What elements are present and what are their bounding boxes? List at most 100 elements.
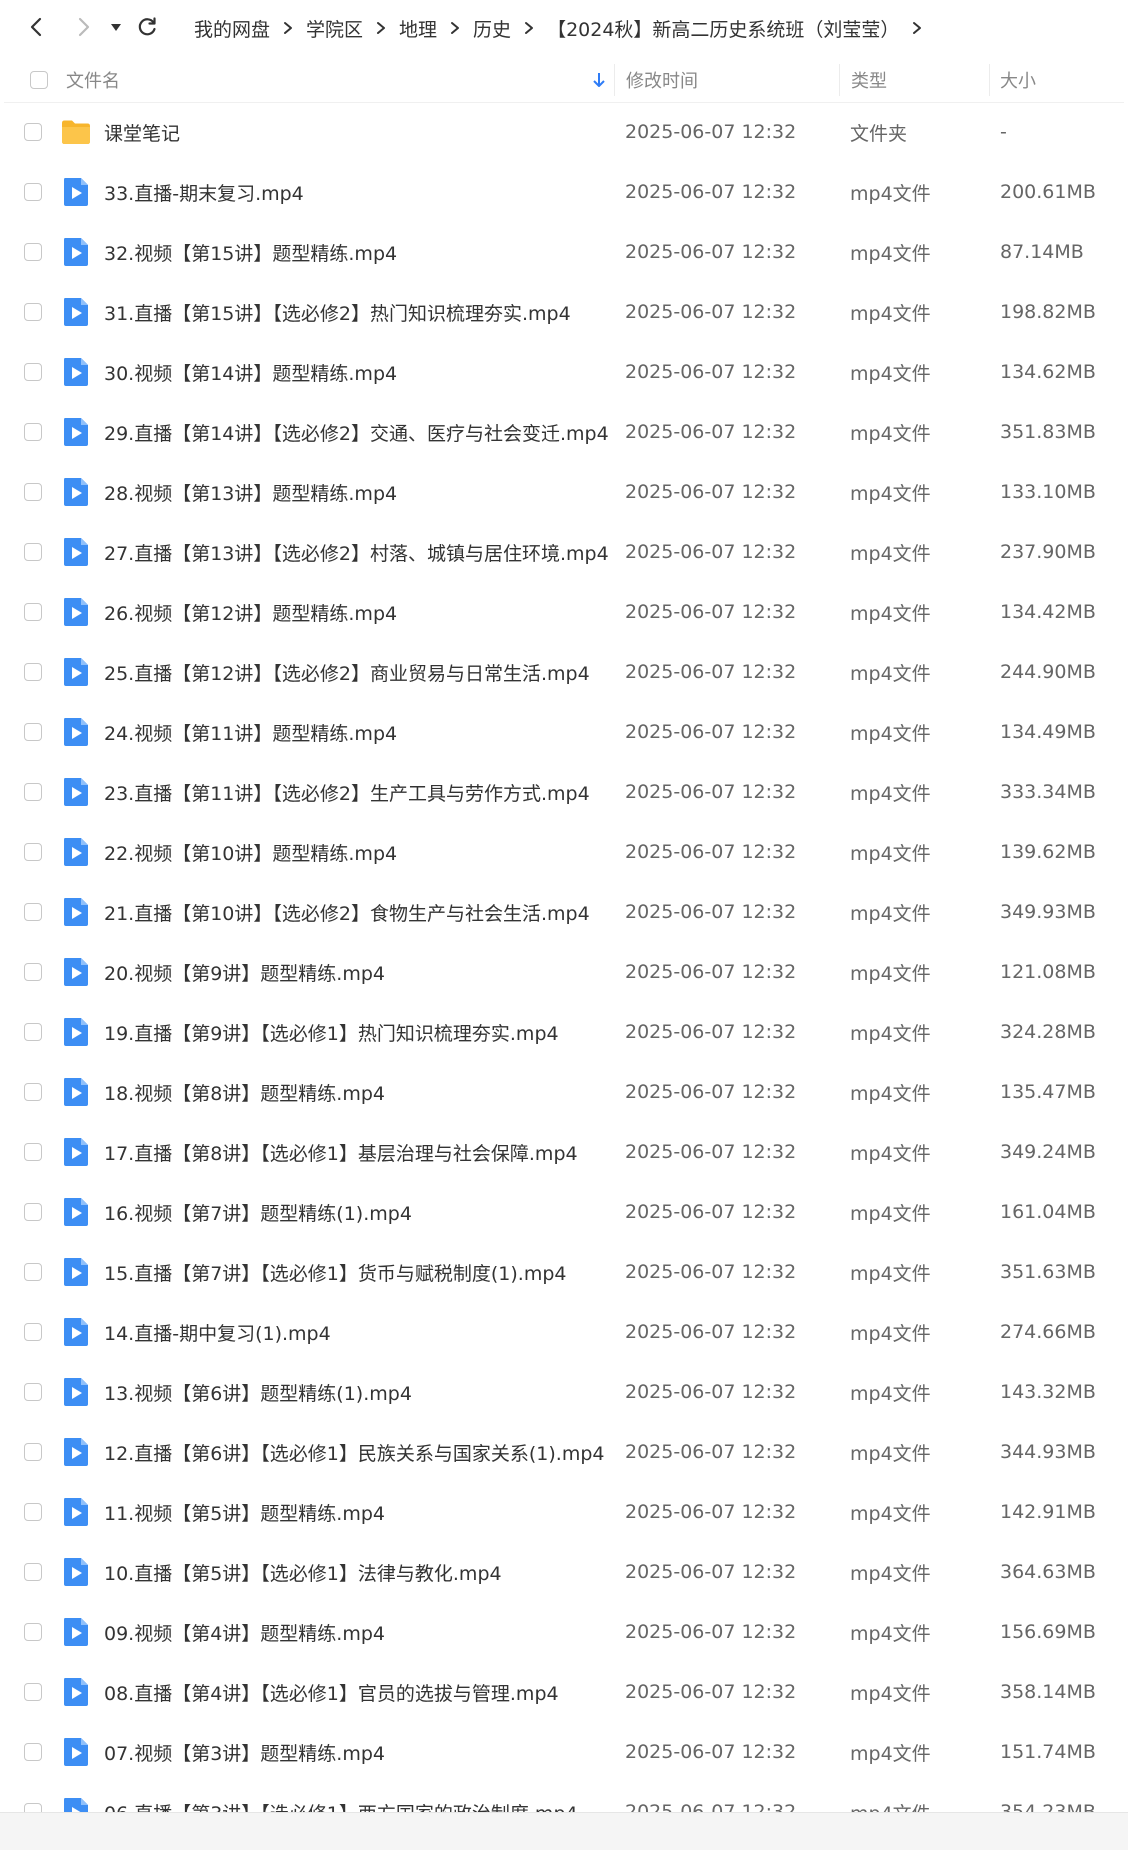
file-name[interactable]: 18.视频【第8讲】题型精练.mp4 — [104, 1062, 385, 1122]
file-row[interactable]: 07.视频【第3讲】题型精练.mp4 2025-06-07 12:32 mp4文件 1… — [4, 1722, 1124, 1782]
row-checkbox[interactable] — [24, 1083, 42, 1101]
chevron-right-icon[interactable] — [899, 21, 935, 35]
file-row[interactable]: 18.视频【第8讲】题型精练.mp4 2025-06-07 12:32 mp4文件 1… — [4, 1062, 1124, 1122]
file-row[interactable]: 10.直播【第5讲】【选必修1】法律与教化.mp4 2025-06-07 12:3… — [4, 1542, 1124, 1602]
file-row[interactable]: 09.视频【第4讲】题型精练.mp4 2025-06-07 12:32 mp4文件 1… — [4, 1602, 1124, 1662]
row-checkbox[interactable] — [24, 363, 42, 381]
column-divider[interactable] — [614, 64, 615, 96]
file-name[interactable]: 21.直播【第10讲】【选必修2】食物生产与社会生活.mp4 — [104, 882, 590, 942]
file-name[interactable]: 08.直播【第4讲】【选必修1】官员的选拔与管理.mp4 — [104, 1662, 559, 1722]
row-checkbox[interactable] — [24, 1743, 42, 1761]
file-row[interactable]: 21.直播【第10讲】【选必修2】食物生产与社会生活.mp4 2025-06-07… — [4, 882, 1124, 942]
row-checkbox[interactable] — [24, 1023, 42, 1041]
file-name[interactable]: 32.视频【第15讲】题型精练.mp4 — [104, 222, 397, 282]
file-row[interactable]: 14.直播-期中复习(1).mp4 2025-06-07 12:32 mp4文件 27… — [4, 1302, 1124, 1362]
file-name[interactable]: 23.直播【第11讲】【选必修2】生产工具与劳作方式.mp4 — [104, 762, 590, 822]
row-checkbox[interactable] — [24, 723, 42, 741]
file-row[interactable]: 26.视频【第12讲】题型精练.mp4 2025-06-07 12:32 mp4文件… — [4, 582, 1124, 642]
file-name[interactable]: 12.直播【第6讲】【选必修1】民族关系与国家关系(1).mp4 — [104, 1422, 605, 1482]
back-button[interactable] — [22, 12, 52, 42]
breadcrumb-item[interactable]: 历史 — [473, 15, 511, 42]
row-checkbox[interactable] — [24, 1383, 42, 1401]
file-row[interactable]: 31.直播【第15讲】【选必修2】热门知识梳理夯实.mp4 2025-06-07 … — [4, 282, 1124, 342]
file-name[interactable]: 24.视频【第11讲】题型精练.mp4 — [104, 702, 397, 762]
file-name[interactable]: 30.视频【第14讲】题型精练.mp4 — [104, 342, 397, 402]
file-row[interactable]: 12.直播【第6讲】【选必修1】民族关系与国家关系(1).mp4 2025-06-… — [4, 1422, 1124, 1482]
file-row[interactable]: 16.视频【第7讲】题型精练(1).mp4 2025-06-07 12:32 mp4… — [4, 1182, 1124, 1242]
row-checkbox[interactable] — [24, 1323, 42, 1341]
breadcrumb-item[interactable]: 我的网盘 — [194, 15, 270, 42]
file-row[interactable]: 27.直播【第13讲】【选必修2】村落、城镇与居住环境.mp4 2025-06-0… — [4, 522, 1124, 582]
column-header-time[interactable]: 修改时间 — [626, 58, 698, 102]
row-checkbox[interactable] — [24, 1143, 42, 1161]
file-name[interactable]: 19.直播【第9讲】【选必修1】热门知识梳理夯实.mp4 — [104, 1002, 559, 1062]
file-row[interactable]: 28.视频【第13讲】题型精练.mp4 2025-06-07 12:32 mp4文件… — [4, 462, 1124, 522]
row-checkbox[interactable] — [24, 1683, 42, 1701]
column-header-size[interactable]: 大小 — [1000, 58, 1036, 102]
file-name[interactable]: 09.视频【第4讲】题型精练.mp4 — [104, 1602, 385, 1662]
file-name[interactable]: 29.直播【第14讲】【选必修2】交通、医疗与社会变迁.mp4 — [104, 402, 609, 462]
file-row[interactable]: 17.直播【第8讲】【选必修1】基层治理与社会保障.mp4 2025-06-07 … — [4, 1122, 1124, 1182]
file-name[interactable]: 33.直播-期末复习.mp4 — [104, 162, 304, 222]
file-name[interactable]: 11.视频【第5讲】题型精练.mp4 — [104, 1482, 385, 1542]
row-checkbox[interactable] — [24, 483, 42, 501]
column-divider[interactable] — [839, 64, 840, 96]
sort-descending-arrow-icon[interactable] — [592, 71, 606, 89]
file-name[interactable]: 27.直播【第13讲】【选必修2】村落、城镇与居住环境.mp4 — [104, 522, 609, 582]
row-checkbox[interactable] — [24, 303, 42, 321]
column-header-name[interactable]: 文件名 — [66, 58, 120, 102]
breadcrumb-item[interactable]: 学院区 — [306, 15, 363, 42]
file-row[interactable]: 33.直播-期末复习.mp4 2025-06-07 12:32 mp4文件 200.6… — [4, 162, 1124, 222]
file-name[interactable]: 22.视频【第10讲】题型精练.mp4 — [104, 822, 397, 882]
file-row[interactable]: 11.视频【第5讲】题型精练.mp4 2025-06-07 12:32 mp4文件 1… — [4, 1482, 1124, 1542]
file-row[interactable]: 22.视频【第10讲】题型精练.mp4 2025-06-07 12:32 mp4文件… — [4, 822, 1124, 882]
file-row[interactable]: 29.直播【第14讲】【选必修2】交通、医疗与社会变迁.mp4 2025-06-0… — [4, 402, 1124, 462]
file-name[interactable]: 25.直播【第12讲】【选必修2】商业贸易与日常生活.mp4 — [104, 642, 590, 702]
file-name[interactable]: 31.直播【第15讲】【选必修2】热门知识梳理夯实.mp4 — [104, 282, 571, 342]
row-checkbox[interactable] — [24, 903, 42, 921]
file-row[interactable]: 24.视频【第11讲】题型精练.mp4 2025-06-07 12:32 mp4文件… — [4, 702, 1124, 762]
column-divider[interactable] — [989, 64, 990, 96]
row-checkbox[interactable] — [24, 1263, 42, 1281]
file-name[interactable]: 28.视频【第13讲】题型精练.mp4 — [104, 462, 397, 522]
breadcrumb-item[interactable]: 地理 — [399, 15, 437, 42]
row-checkbox[interactable] — [24, 963, 42, 981]
column-header-type[interactable]: 类型 — [851, 58, 887, 102]
file-row[interactable]: 30.视频【第14讲】题型精练.mp4 2025-06-07 12:32 mp4文件… — [4, 342, 1124, 402]
refresh-button[interactable] — [132, 12, 162, 42]
file-name[interactable]: 课堂笔记 — [104, 102, 180, 162]
file-name[interactable]: 10.直播【第5讲】【选必修1】法律与教化.mp4 — [104, 1542, 502, 1602]
history-dropdown-button[interactable] — [102, 12, 130, 42]
row-checkbox[interactable] — [24, 123, 42, 141]
row-checkbox[interactable] — [24, 1203, 42, 1221]
file-name[interactable]: 17.直播【第8讲】【选必修1】基层治理与社会保障.mp4 — [104, 1122, 578, 1182]
row-checkbox[interactable] — [24, 1563, 42, 1581]
file-row[interactable]: 13.视频【第6讲】题型精练(1).mp4 2025-06-07 12:32 mp4… — [4, 1362, 1124, 1422]
file-name[interactable]: 14.直播-期中复习(1).mp4 — [104, 1302, 331, 1362]
breadcrumb-item[interactable]: 【2024秋】新高二历史系统班（刘莹莹） — [547, 15, 899, 42]
row-checkbox[interactable] — [24, 663, 42, 681]
file-name[interactable]: 26.视频【第12讲】题型精练.mp4 — [104, 582, 397, 642]
file-row[interactable]: 19.直播【第9讲】【选必修1】热门知识梳理夯实.mp4 2025-06-07 1… — [4, 1002, 1124, 1062]
file-name[interactable]: 07.视频【第3讲】题型精练.mp4 — [104, 1722, 385, 1782]
file-name[interactable]: 13.视频【第6讲】题型精练(1).mp4 — [104, 1362, 412, 1422]
file-name[interactable]: 20.视频【第9讲】题型精练.mp4 — [104, 942, 385, 1002]
row-checkbox[interactable] — [24, 543, 42, 561]
file-row[interactable]: 23.直播【第11讲】【选必修2】生产工具与劳作方式.mp4 2025-06-07… — [4, 762, 1124, 822]
row-checkbox[interactable] — [24, 1623, 42, 1641]
file-name[interactable]: 15.直播【第7讲】【选必修1】货币与赋税制度(1).mp4 — [104, 1242, 567, 1302]
file-row[interactable]: 20.视频【第9讲】题型精练.mp4 2025-06-07 12:32 mp4文件 1… — [4, 942, 1124, 1002]
folder-row[interactable]: 课堂笔记 2025-06-07 12:32 文件夹 - — [4, 102, 1124, 162]
file-row[interactable]: 32.视频【第15讲】题型精练.mp4 2025-06-07 12:32 mp4文件… — [4, 222, 1124, 282]
row-checkbox[interactable] — [24, 183, 42, 201]
file-row[interactable]: 08.直播【第4讲】【选必修1】官员的选拔与管理.mp4 2025-06-07 1… — [4, 1662, 1124, 1722]
row-checkbox[interactable] — [24, 603, 42, 621]
file-row[interactable]: 25.直播【第12讲】【选必修2】商业贸易与日常生活.mp4 2025-06-07… — [4, 642, 1124, 702]
row-checkbox[interactable] — [24, 783, 42, 801]
forward-button[interactable] — [68, 12, 98, 42]
row-checkbox[interactable] — [24, 243, 42, 261]
row-checkbox[interactable] — [24, 423, 42, 441]
select-all-checkbox[interactable] — [30, 71, 48, 89]
file-row[interactable]: 15.直播【第7讲】【选必修1】货币与赋税制度(1).mp4 2025-06-07… — [4, 1242, 1124, 1302]
file-name[interactable]: 16.视频【第7讲】题型精练(1).mp4 — [104, 1182, 412, 1242]
